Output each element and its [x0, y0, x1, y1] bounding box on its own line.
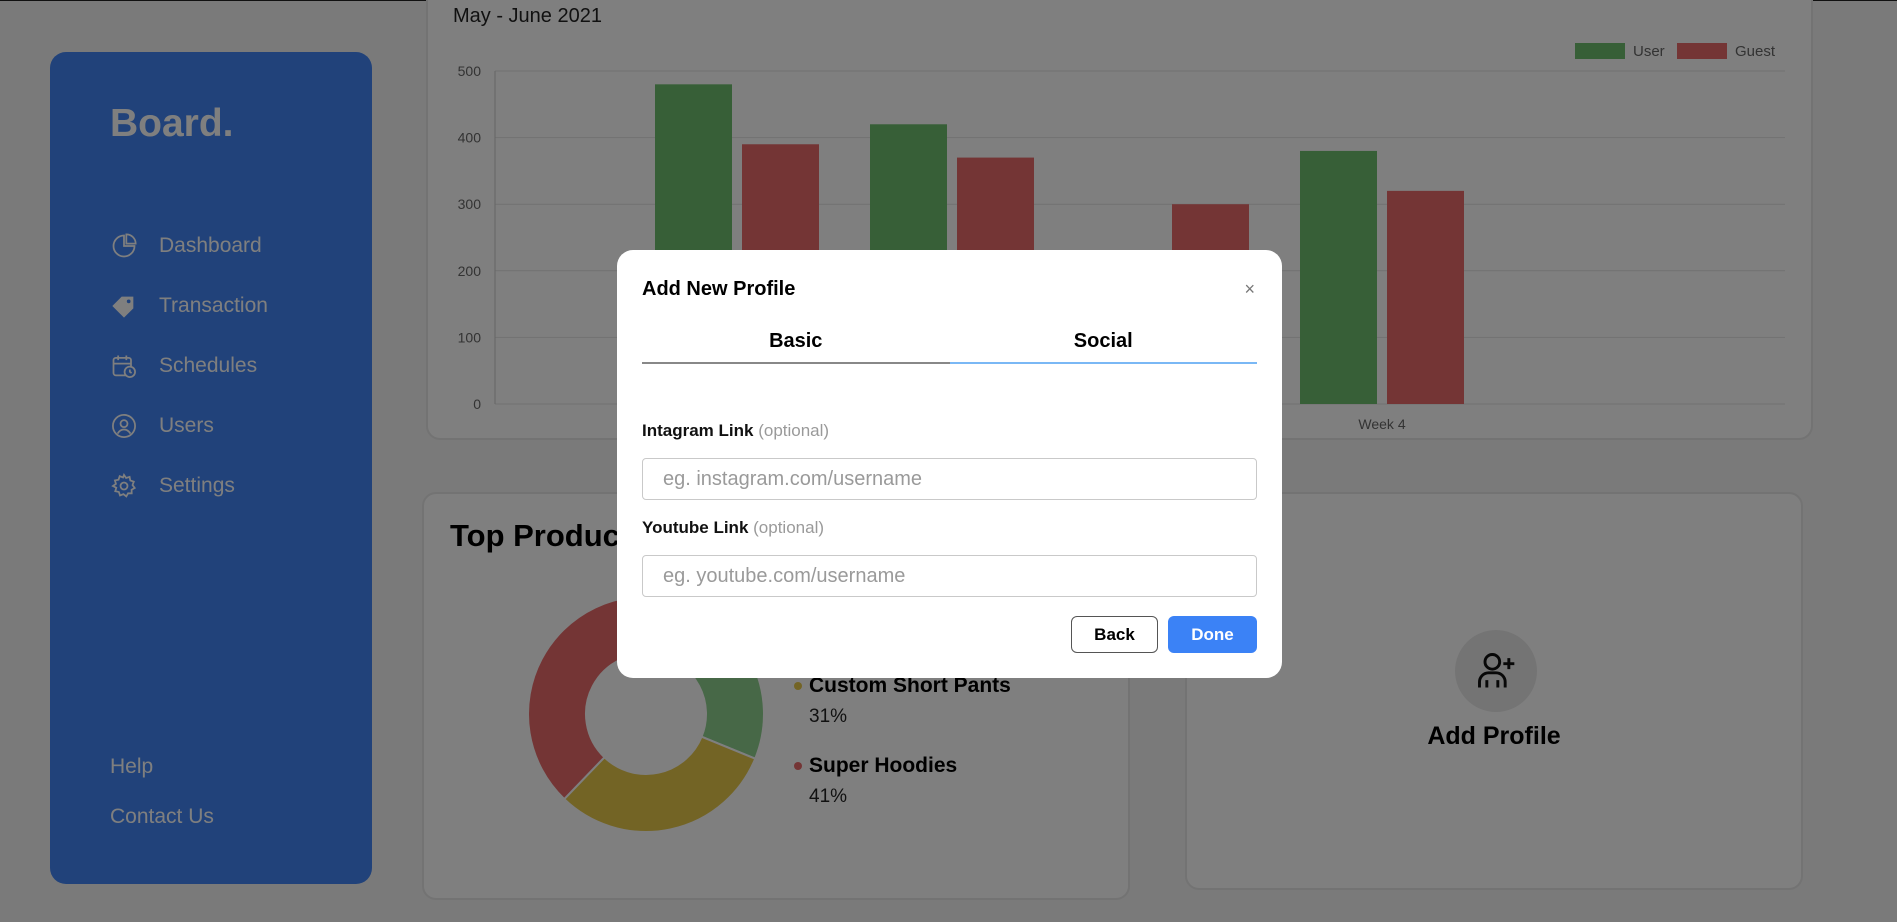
optional-hint: (optional) — [753, 518, 825, 537]
back-button[interactable]: Back — [1071, 616, 1158, 653]
instagram-label: Intagram Link (optional) — [642, 421, 829, 441]
instagram-input[interactable] — [642, 458, 1257, 500]
optional-hint: (optional) — [758, 421, 830, 440]
youtube-label: Youtube Link (optional) — [642, 518, 824, 538]
modal-title: Add New Profile — [642, 278, 796, 300]
instagram-label-text: Intagram Link — [642, 421, 754, 440]
close-icon[interactable]: × — [1244, 279, 1255, 300]
youtube-label-text: Youtube Link — [642, 518, 749, 537]
tab-social[interactable]: Social — [949, 330, 1257, 364]
tab-basic[interactable]: Basic — [642, 330, 950, 364]
done-button[interactable]: Done — [1168, 616, 1257, 653]
youtube-input[interactable] — [642, 555, 1257, 597]
add-profile-modal: Add New Profile × Basic Social Intagram … — [617, 250, 1282, 678]
modal-tabs: Basic Social — [642, 330, 1257, 364]
